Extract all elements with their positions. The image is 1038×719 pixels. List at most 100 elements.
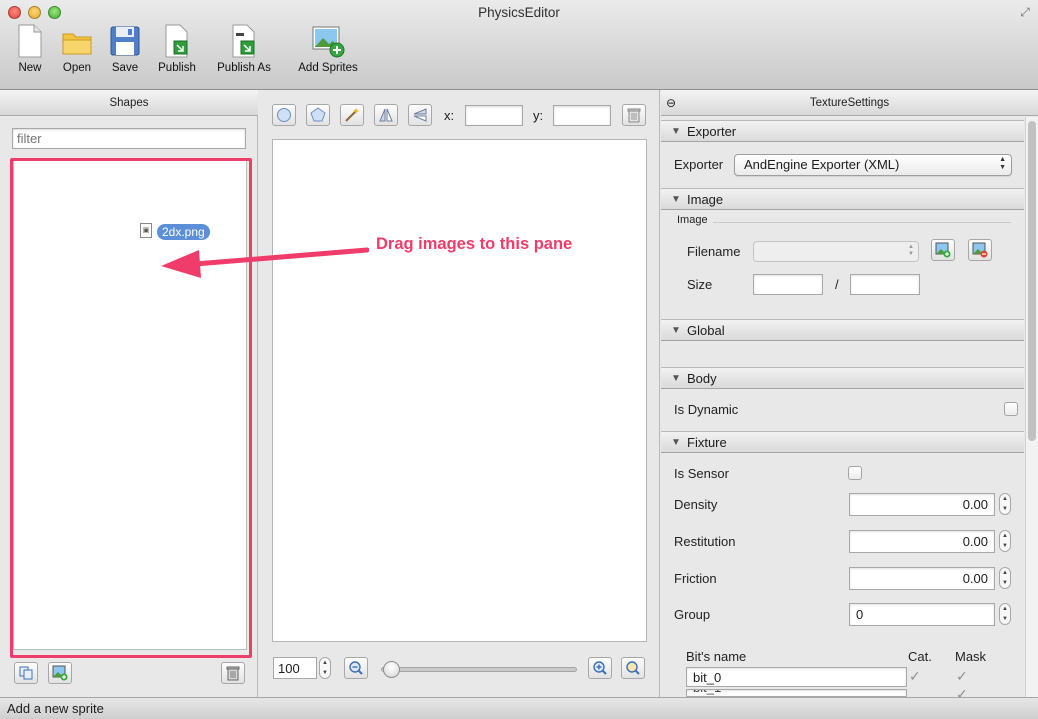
image-section-header[interactable]: ▼ Image [661, 188, 1024, 210]
friction-stepper[interactable]: ▲ ▼ [999, 567, 1011, 589]
open-button[interactable]: Open [60, 24, 94, 74]
float-panel-icon[interactable]: ⊖ [666, 90, 676, 116]
publish-button[interactable]: Publish [156, 24, 198, 74]
is-sensor-checkbox[interactable] [848, 466, 862, 480]
add-sprites-label: Add Sprites [298, 62, 358, 74]
duplicate-shape-button[interactable] [14, 662, 38, 684]
image-section-title: Image [687, 192, 724, 207]
delete-sprite-button[interactable] [221, 662, 245, 684]
new-button[interactable]: New [14, 24, 46, 74]
restitution-field[interactable]: 0.00 [849, 530, 995, 553]
settings-scrollbar[interactable] [1025, 117, 1038, 697]
add-sprites-button[interactable]: Add Sprites [296, 24, 360, 74]
trash-icon [627, 108, 641, 123]
density-stepper[interactable]: ▲ ▼ [999, 493, 1011, 515]
remove-image-button[interactable] [968, 239, 992, 261]
restitution-stepper[interactable]: ▲ ▼ [999, 530, 1011, 552]
bits-mask-header: Mask [955, 649, 987, 664]
body-section-header[interactable]: ▼ Body [661, 367, 1024, 389]
add-sprites-icon [312, 26, 345, 58]
image-group-label: Image [677, 214, 708, 226]
zoom-input[interactable]: 100 [273, 657, 317, 679]
add-image-icon [935, 242, 951, 258]
flip-vertical-button[interactable] [408, 104, 432, 126]
flip-horizontal-icon [379, 108, 393, 122]
zoom-slider-knob[interactable] [383, 661, 400, 678]
y-coordinate-input[interactable] [553, 105, 611, 126]
publish-label: Publish [158, 62, 196, 74]
density-label: Density [674, 497, 718, 512]
status-bar: Add a new sprite [0, 697, 1038, 719]
global-section-title: Global [687, 323, 725, 338]
image-group-line [713, 222, 1011, 223]
zoom-slider-track[interactable] [381, 667, 577, 672]
bits-cat-header: Cat. [908, 649, 932, 664]
cat-checked-icon[interactable]: ✓ [909, 669, 921, 683]
is-dynamic-checkbox[interactable] [1004, 402, 1018, 416]
exporter-section-header[interactable]: ▼ Exporter [661, 120, 1024, 142]
filter-input[interactable] [12, 128, 246, 149]
publish-icon [165, 24, 188, 58]
global-section-header[interactable]: ▼ Global [661, 319, 1024, 341]
mask-checked-icon[interactable]: ✓ [956, 669, 968, 683]
add-sprite-small-button[interactable] [48, 662, 72, 684]
group-stepper[interactable]: ▲ ▼ [999, 603, 1011, 625]
exporter-label: Exporter [674, 157, 724, 172]
friction-field[interactable]: 0.00 [849, 567, 995, 590]
x-coordinate-input[interactable] [465, 105, 523, 126]
size-label: Size [687, 277, 713, 292]
filename-select[interactable]: ▲ ▼ [753, 241, 919, 262]
save-button[interactable]: Save [108, 24, 142, 74]
zoom-in-button[interactable] [588, 657, 612, 679]
fullscreen-icon[interactable]: ⤢ [1018, 5, 1032, 19]
exporter-section-title: Exporter [687, 124, 737, 139]
flip-horizontal-button[interactable] [374, 104, 398, 126]
friction-label: Friction [674, 571, 717, 586]
magic-wand-tool-button[interactable] [340, 104, 364, 126]
save-disk-icon [110, 26, 140, 56]
bit-name-field[interactable]: bit_1 [686, 689, 907, 697]
image-file-icon: ▣ [140, 223, 152, 238]
publish-as-button[interactable]: Publish As [215, 24, 273, 74]
add-image-icon [52, 665, 68, 681]
texture-settings-panel: ⊖ TextureSettings ▼ Exporter Exporter An… [661, 90, 1038, 697]
select-arrows-icon: ▲ ▼ [999, 156, 1006, 171]
open-label: Open [62, 62, 92, 74]
delete-vertex-button[interactable] [622, 104, 646, 126]
body-section-title: Body [687, 371, 717, 386]
group-field[interactable]: 0 [849, 603, 995, 626]
zoom-fit-icon [626, 661, 640, 675]
zoom-fit-button[interactable] [621, 657, 645, 679]
fixture-section-header[interactable]: ▼ Fixture [661, 431, 1024, 453]
expanded-triangle-icon: ▼ [671, 437, 681, 448]
polygon-icon [310, 107, 326, 122]
duplicate-icon [19, 666, 33, 680]
shapes-panel-title: Shapes [109, 97, 149, 109]
scrollbar-thumb[interactable] [1028, 121, 1036, 441]
save-label: Save [111, 62, 139, 74]
sprite-drop-pane[interactable] [13, 160, 247, 650]
add-image-button[interactable] [931, 239, 955, 261]
publish-as-label: Publish As [217, 62, 271, 74]
mask-checked-icon[interactable]: ✓ [956, 687, 968, 697]
polygon-tool-button[interactable] [306, 104, 330, 126]
expanded-triangle-icon: ▼ [671, 325, 681, 336]
restitution-label: Restitution [674, 534, 736, 549]
circle-icon [277, 108, 291, 122]
bits-name-header: Bit's name [686, 649, 747, 664]
texture-settings-title: TextureSettings [809, 97, 890, 109]
is-sensor-label: Is Sensor [674, 466, 729, 481]
circle-tool-button[interactable] [272, 104, 296, 126]
bit-name-field[interactable]: bit_0 [686, 667, 907, 687]
x-label: x: [444, 108, 455, 123]
editor-canvas[interactable] [272, 139, 647, 642]
title-toolbar: PhysicsEditor ⤢ New Open Save Publish Pu… [0, 0, 1038, 90]
density-field[interactable]: 0.00 [849, 493, 995, 516]
magic-wand-icon [345, 108, 359, 122]
zoom-out-button[interactable] [344, 657, 368, 679]
zoom-stepper[interactable]: ▲ ▼ [319, 657, 331, 679]
status-text: Add a new sprite [7, 701, 104, 716]
exporter-select[interactable]: AndEngine Exporter (XML) ▲ ▼ [734, 154, 1012, 176]
size-height-field [850, 274, 920, 295]
select-arrows-icon: ▲ ▼ [908, 244, 914, 257]
